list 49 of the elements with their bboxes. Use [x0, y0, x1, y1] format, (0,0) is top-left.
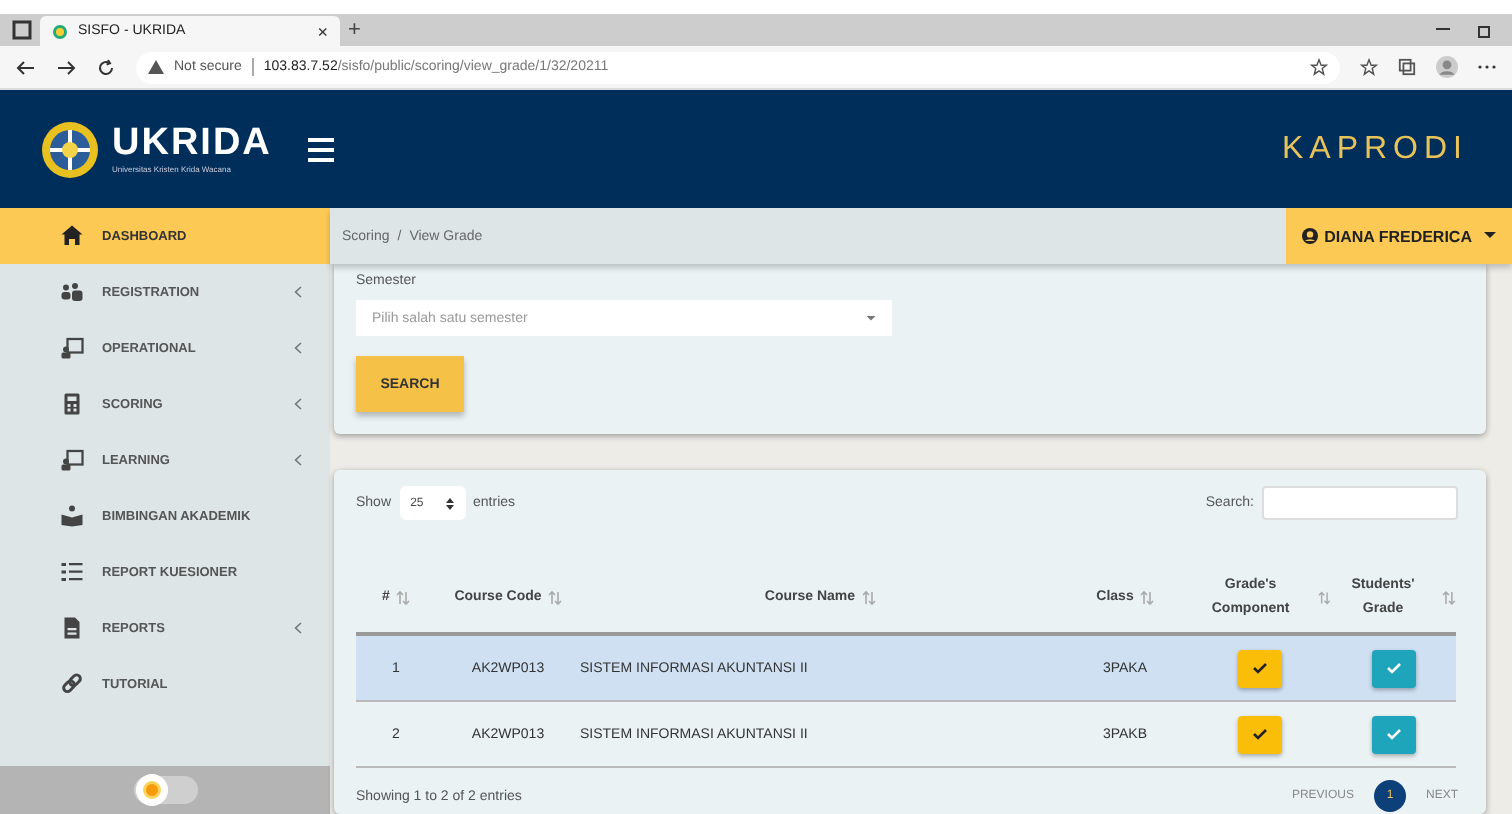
check-button[interactable]	[1238, 715, 1282, 753]
new-tab-button[interactable]: +	[348, 16, 361, 46]
sidebar-icon	[60, 504, 84, 528]
caret-icon	[1484, 232, 1496, 240]
sidebar-icon	[60, 560, 84, 584]
sort-icon	[1139, 590, 1154, 606]
check-button[interactable]	[1371, 649, 1415, 687]
theme-toggle[interactable]	[133, 776, 197, 804]
sort-icon	[861, 590, 876, 606]
star-icon[interactable]	[1310, 58, 1328, 76]
sort-icon	[1442, 590, 1456, 606]
caret-icon	[866, 315, 876, 321]
forward-icon[interactable]	[56, 57, 76, 77]
user-menu[interactable]: DIANA FREDERICA	[1286, 208, 1512, 264]
globe-icon	[52, 23, 68, 39]
warning-icon	[148, 60, 164, 74]
check-button[interactable]	[1238, 649, 1282, 687]
minimize-icon[interactable]	[1436, 28, 1450, 32]
sidebar-icon	[60, 280, 84, 304]
sidebar-icon	[60, 672, 84, 696]
sort-icon	[1317, 590, 1330, 606]
collections-icon[interactable]	[1398, 58, 1416, 76]
sun-icon	[141, 780, 161, 800]
reload-icon[interactable]	[96, 57, 116, 77]
checkmark-icon	[1385, 662, 1401, 674]
favorites-icon[interactable]	[1360, 58, 1378, 76]
more-icon[interactable]	[1478, 64, 1496, 70]
checkmark-icon	[1385, 728, 1401, 740]
menu-icon[interactable]	[307, 137, 334, 161]
profile-icon[interactable]	[1436, 56, 1458, 78]
search-field[interactable]	[1262, 486, 1458, 520]
spinner-icon	[445, 497, 454, 509]
sidebar-icon	[60, 448, 84, 472]
back-icon[interactable]	[16, 57, 36, 77]
restore-icon[interactable]	[1478, 23, 1492, 37]
sort-icon	[547, 590, 562, 606]
sidebar-icon	[60, 616, 84, 640]
checkmark-icon	[1252, 662, 1268, 674]
user-icon	[1302, 228, 1319, 244]
role-label: KAPRODI	[1281, 131, 1468, 167]
emblem-icon	[40, 119, 100, 179]
sidebar-icon	[60, 224, 84, 248]
check-button[interactable]	[1371, 715, 1415, 753]
sidebar-icon	[60, 336, 84, 360]
sort-icon	[395, 590, 410, 606]
tab-actions-icon[interactable]	[12, 20, 32, 40]
logo-text: UKRIDA	[112, 124, 272, 164]
sidebar-icon	[60, 392, 84, 416]
checkmark-icon	[1252, 728, 1268, 740]
